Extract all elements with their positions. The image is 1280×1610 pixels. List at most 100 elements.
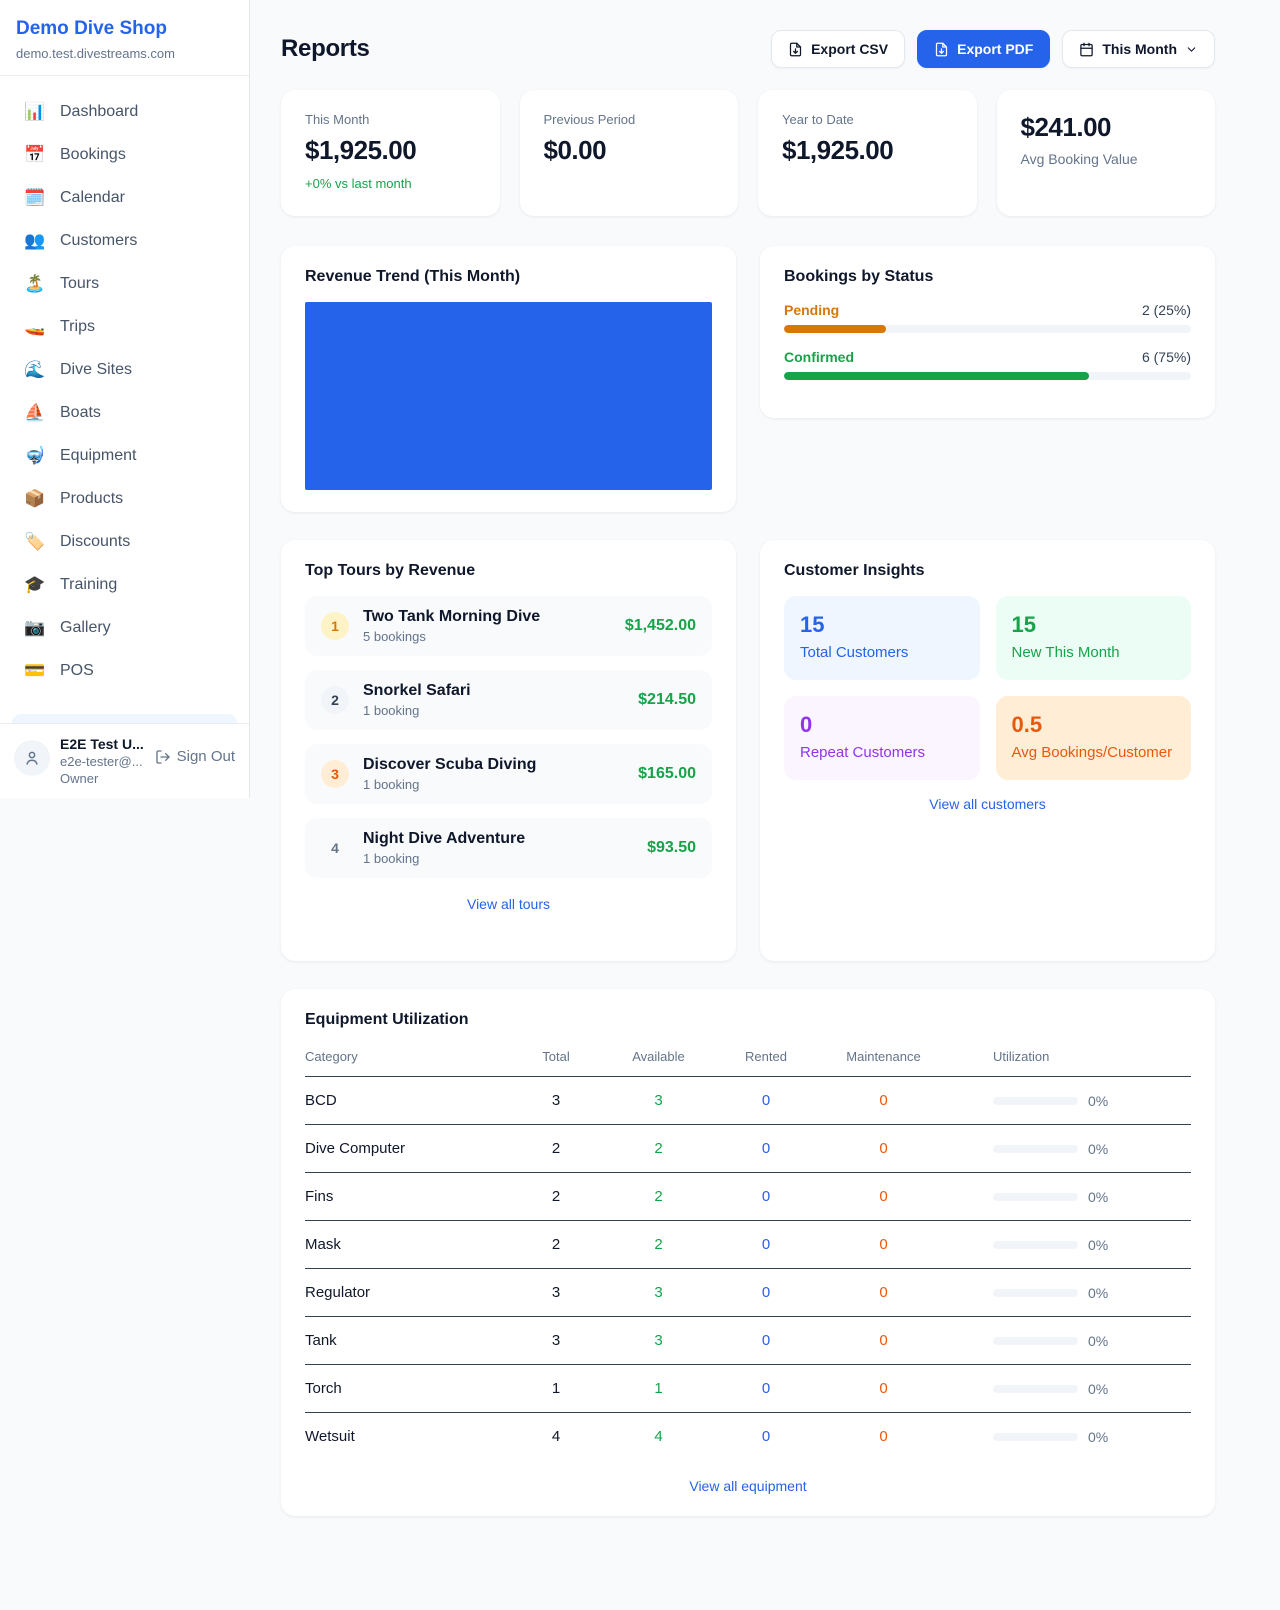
cell-utilization: 0% (951, 1381, 1191, 1397)
stat-value: $0.00 (544, 135, 715, 166)
rank-badge: 3 (321, 760, 349, 788)
shop-name: Demo Dive Shop (16, 18, 233, 40)
cell-available: 2 (601, 1236, 716, 1253)
view-all-tours-link[interactable]: View all tours (305, 896, 712, 912)
column-header-maintenance: Maintenance (816, 1049, 951, 1064)
period-selector[interactable]: This Month (1062, 30, 1215, 68)
cell-available: 2 (601, 1188, 716, 1205)
cell-maintenance: 0 (816, 1380, 951, 1397)
cell-category: BCD (305, 1092, 511, 1109)
export-csv-button[interactable]: Export CSV (771, 30, 905, 68)
sidebar-item-discounts[interactable]: 🏷️ Discounts (12, 520, 237, 563)
cell-utilization: 0% (951, 1237, 1191, 1253)
utilization-percent: 0% (1088, 1285, 1108, 1301)
sidebar-item-tours[interactable]: 🏝️ Tours (12, 262, 237, 305)
tour-amount: $93.50 (647, 839, 696, 857)
sidebar-item-reports-partial[interactable] (12, 714, 237, 723)
export-csv-label: Export CSV (811, 41, 888, 57)
table-row: Regulator 3 3 0 0 0% (305, 1269, 1191, 1317)
utilization-percent: 0% (1088, 1237, 1108, 1253)
stat-card-avg-booking-value: $241.00 Avg Booking Value (997, 90, 1216, 216)
logout-icon (155, 749, 171, 765)
tile-label: Repeat Customers (800, 744, 964, 761)
utilization-percent: 0% (1088, 1093, 1108, 1109)
status-label: Pending (784, 302, 839, 318)
list-item[interactable]: 1 Two Tank Morning Dive 5 bookings $1,45… (305, 596, 712, 656)
table-row: Tank 3 3 0 0 0% (305, 1317, 1191, 1365)
sidebar-item-dashboard[interactable]: 📊 Dashboard (12, 90, 237, 133)
status-bar-fill (784, 325, 886, 333)
tour-amount: $214.50 (638, 691, 696, 709)
credit-card-icon: 💳 (24, 661, 46, 681)
tag-icon: 🏷️ (24, 532, 46, 552)
tile-total-customers: 15 Total Customers (784, 596, 980, 680)
column-header-total: Total (511, 1049, 601, 1064)
sign-out-button[interactable]: Sign Out (155, 736, 235, 765)
tour-amount: $1,452.00 (625, 617, 696, 635)
sidebar-item-bookings[interactable]: 📅 Bookings (12, 133, 237, 176)
cell-utilization: 0% (951, 1429, 1191, 1445)
stat-value: $1,925.00 (782, 135, 953, 166)
cell-maintenance: 0 (816, 1284, 951, 1301)
sidebar-item-dive-sites[interactable]: 🌊 Dive Sites (12, 348, 237, 391)
sidebar-item-training[interactable]: 🎓 Training (12, 563, 237, 606)
sidebar-item-label: Dive Sites (60, 361, 132, 379)
cell-maintenance: 0 (816, 1236, 951, 1253)
stat-card-year-to-date: Year to Date $1,925.00 (758, 90, 977, 216)
equipment-utilization-title: Equipment Utilization (305, 1011, 1191, 1029)
graduation-cap-icon: 🎓 (24, 575, 46, 595)
sign-out-label: Sign Out (177, 748, 235, 765)
list-item[interactable]: 3 Discover Scuba Diving 1 booking $165.0… (305, 744, 712, 804)
sidebar-item-trips[interactable]: 🚤 Trips (12, 305, 237, 348)
bookings-calendar-icon: 📅 (24, 145, 46, 165)
utilization-bar-track (993, 1385, 1078, 1393)
sidebar-item-pos[interactable]: 💳 POS (12, 649, 237, 692)
tile-value: 0.5 (1012, 712, 1176, 738)
revenue-trend-card: Revenue Trend (This Month) (281, 246, 736, 512)
cell-utilization: 0% (951, 1285, 1191, 1301)
sidebar-item-gallery[interactable]: 📷 Gallery (12, 606, 237, 649)
sidebar-item-equipment[interactable]: 🤿 Equipment (12, 434, 237, 477)
sidebar-item-customers[interactable]: 👥 Customers (12, 219, 237, 262)
sidebar-nav: 📊 Dashboard 📅 Bookings 🗓️ Calendar 👥 Cus… (0, 76, 249, 723)
utilization-bar-track (993, 1241, 1078, 1249)
stat-value: $241.00 (1021, 112, 1192, 143)
cell-utilization: 0% (951, 1093, 1191, 1109)
bookings-by-status-title: Bookings by Status (784, 268, 1191, 286)
sidebar-item-label: POS (60, 662, 94, 680)
cell-available: 2 (601, 1140, 716, 1157)
view-all-customers-link[interactable]: View all customers (784, 796, 1191, 812)
diving-mask-icon: 🤿 (24, 446, 46, 466)
cell-maintenance: 0 (816, 1428, 951, 1445)
cell-total: 2 (511, 1188, 601, 1205)
cell-rented: 0 (716, 1140, 816, 1157)
sidebar-item-boats[interactable]: ⛵ Boats (12, 391, 237, 434)
table-row: Mask 2 2 0 0 0% (305, 1221, 1191, 1269)
cell-rented: 0 (716, 1380, 816, 1397)
sidebar-item-label: Equipment (60, 447, 137, 465)
cell-rented: 0 (716, 1188, 816, 1205)
stat-delta: +0% vs last month (305, 176, 476, 191)
sidebar-item-calendar[interactable]: 🗓️ Calendar (12, 176, 237, 219)
stat-card-this-month: This Month $1,925.00 +0% vs last month (281, 90, 500, 216)
cell-available: 3 (601, 1284, 716, 1301)
insight-tiles: 15 Total Customers 15 New This Month 0 R… (784, 596, 1191, 780)
cell-available: 4 (601, 1428, 716, 1445)
cell-category: Torch (305, 1380, 511, 1397)
view-all-equipment-link[interactable]: View all equipment (305, 1478, 1191, 1494)
cell-category: Regulator (305, 1284, 511, 1301)
cell-available: 3 (601, 1092, 716, 1109)
tour-name: Two Tank Morning Dive (363, 608, 611, 626)
export-pdf-button[interactable]: Export PDF (917, 30, 1050, 68)
person-icon (23, 749, 41, 767)
list-item[interactable]: 4 Night Dive Adventure 1 booking $93.50 (305, 818, 712, 878)
list-item[interactable]: 2 Snorkel Safari 1 booking $214.50 (305, 670, 712, 730)
cell-rented: 0 (716, 1284, 816, 1301)
utilization-percent: 0% (1088, 1381, 1108, 1397)
cell-utilization: 0% (951, 1141, 1191, 1157)
cell-utilization: 0% (951, 1189, 1191, 1205)
cell-total: 3 (511, 1092, 601, 1109)
stat-label: Avg Booking Value (1021, 151, 1192, 167)
revenue-trend-chart (305, 302, 712, 490)
sidebar-item-products[interactable]: 📦 Products (12, 477, 237, 520)
